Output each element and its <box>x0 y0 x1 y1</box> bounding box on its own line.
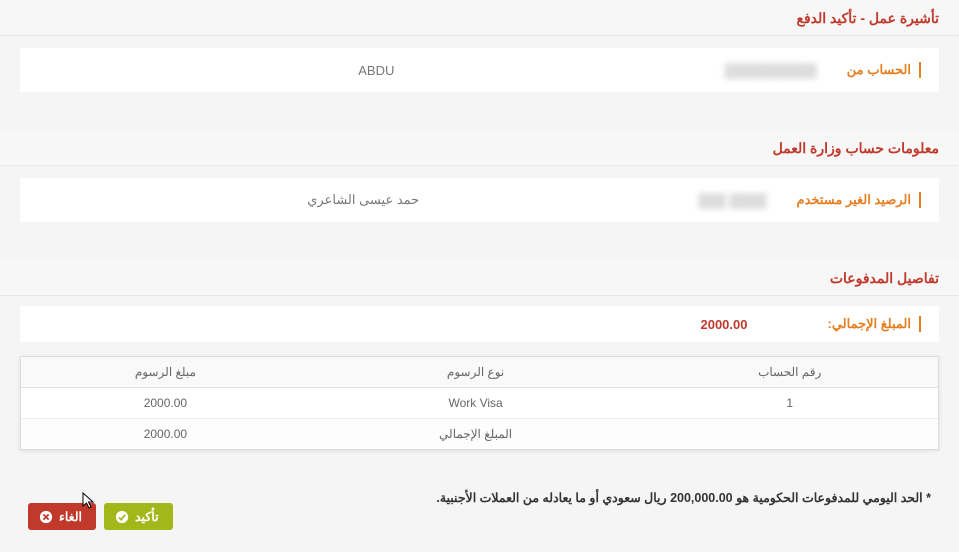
cell-fee-amount: 2000.00 <box>21 388 310 419</box>
footer-total-label: المبلغ الإجمالي <box>310 419 642 450</box>
col-account-no: رقم الحساب <box>641 357 938 388</box>
account-from-row: الحساب من ██████████ ABDU <box>20 48 939 92</box>
close-circle-icon <box>38 509 53 524</box>
section-title-mol-account: معلومات حساب وزارة العمل <box>0 130 959 166</box>
cancel-button[interactable]: الغاء <box>28 503 96 530</box>
cancel-label: الغاء <box>59 509 82 524</box>
section-title-payment-details: تفاصيل المدفوعات <box>0 260 959 296</box>
confirm-button[interactable]: تأكيد <box>104 503 173 530</box>
table-footer-row: المبلغ الإجمالي 2000.00 <box>21 419 938 450</box>
table-row: 1 Work Visa 2000.00 <box>21 388 938 419</box>
account-from-value: ABDU <box>38 63 715 78</box>
cell-fee-type: Work Visa <box>310 388 642 419</box>
fees-table: رقم الحساب نوع الرسوم مبلغ الرسوم 1 Work… <box>20 356 939 450</box>
unused-balance-value: حمد عيسى الشاعري <box>38 192 688 208</box>
unused-balance-label: الرصيد الغير مستخدم <box>797 192 921 208</box>
total-amount-label: المبلغ الإجمالي: <box>827 316 921 332</box>
col-fee-amount: مبلغ الرسوم <box>21 357 310 388</box>
redacted-text: ████ ███ <box>688 193 776 208</box>
col-fee-type: نوع الرسوم <box>310 357 642 388</box>
unused-balance-row: الرصيد الغير مستخدم ████ ███ حمد عيسى ال… <box>20 178 939 222</box>
footer-total-value: 2000.00 <box>21 419 310 450</box>
total-amount-row: المبلغ الإجمالي: 2000.00 <box>20 306 939 342</box>
button-bar: الغاء تأكيد <box>28 503 173 530</box>
confirm-label: تأكيد <box>135 509 159 524</box>
section-title-visa-confirm: تأشيرة عمل - تأكيد الدفع <box>0 0 959 36</box>
account-from-label: الحساب من <box>847 62 921 78</box>
check-circle-icon <box>114 509 129 524</box>
table-header-row: رقم الحساب نوع الرسوم مبلغ الرسوم <box>21 357 938 388</box>
total-amount-value: 2000.00 <box>700 317 747 332</box>
redacted-text: ██████████ <box>715 63 827 78</box>
cell-account-no: 1 <box>641 388 938 419</box>
